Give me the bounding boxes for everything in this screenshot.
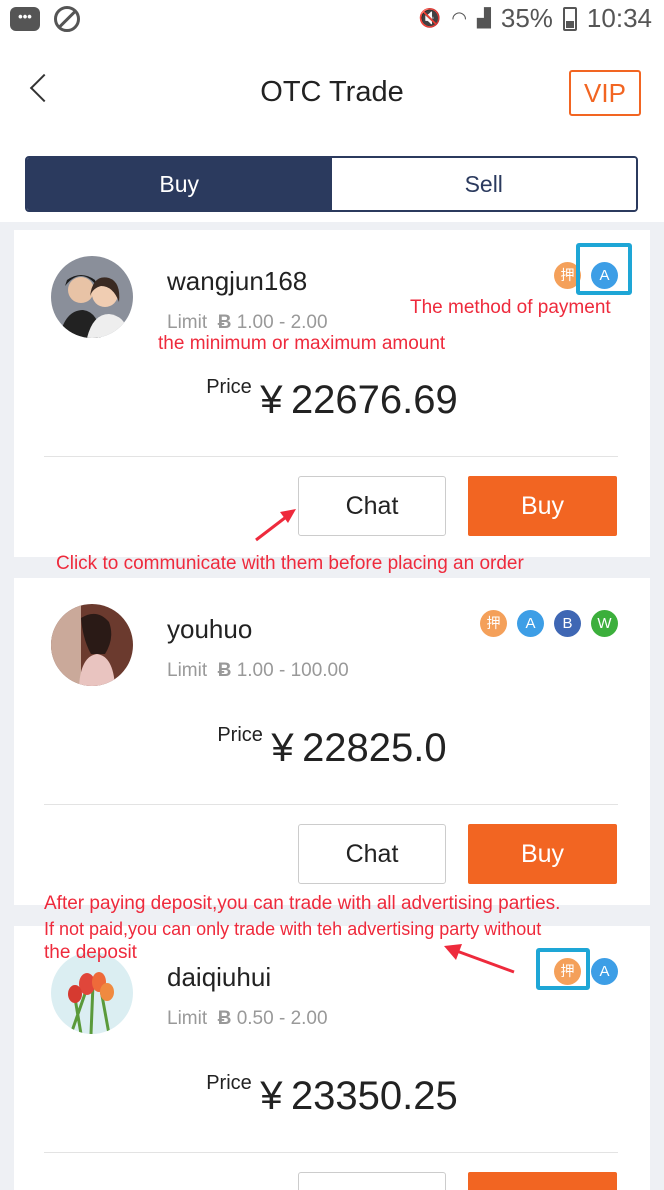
deposit-arrow-icon bbox=[444, 944, 515, 974]
payment-methods: 押 A B W bbox=[480, 610, 618, 637]
mute-icon: 🔇 bbox=[418, 8, 442, 28]
divider bbox=[44, 804, 618, 805]
price-row: Price ¥ 22825.0 bbox=[14, 724, 650, 771]
price-row: Price ¥ 23350.25 bbox=[14, 1072, 650, 1119]
tab-bar: Buy Sell bbox=[0, 150, 664, 222]
buy-button[interactable]: Buy bbox=[468, 1172, 617, 1190]
annotation-deposit-line3: the deposit bbox=[44, 942, 137, 963]
wifi-icon: ◠ bbox=[451, 8, 468, 28]
limit-range: Limit Ƀ 1.00 - 100.00 bbox=[167, 660, 349, 682]
username: wangjun168 bbox=[167, 266, 308, 296]
deposit-highlight bbox=[536, 948, 590, 990]
price-value: 22825.0 bbox=[302, 726, 447, 770]
buy-button[interactable]: Buy bbox=[468, 824, 617, 884]
chat-button[interactable]: Chat bbox=[298, 1172, 446, 1190]
price-label: Price bbox=[217, 724, 263, 746]
divider bbox=[44, 1152, 618, 1153]
price-label: Price bbox=[206, 1072, 252, 1094]
avatar[interactable] bbox=[51, 604, 133, 686]
price-value: 23350.25 bbox=[290, 1074, 458, 1118]
battery-percent: 35% bbox=[500, 3, 553, 33]
vip-button[interactable]: VIP bbox=[569, 70, 641, 116]
annotation-chat-hint: Click to communicate with them before pl… bbox=[56, 553, 524, 574]
tab-buy[interactable]: Buy bbox=[27, 158, 332, 210]
blocked-icon bbox=[54, 6, 80, 32]
divider bbox=[44, 456, 618, 457]
username: daiqiuhui bbox=[167, 962, 272, 992]
limit-range: Limit Ƀ 1.00 - 2.00 bbox=[167, 312, 328, 334]
limit-value: 1.00 - 100.00 bbox=[236, 660, 349, 681]
price-label: Price bbox=[206, 376, 252, 398]
currency-symbol: ¥ bbox=[271, 726, 294, 770]
alipay-icon: A bbox=[517, 610, 544, 637]
limit-range: Limit Ƀ 0.50 - 2.00 bbox=[167, 1008, 328, 1030]
deposit-icon: 押 bbox=[480, 610, 507, 637]
limit-label: Limit bbox=[167, 1008, 208, 1029]
chat-arrow-icon bbox=[255, 509, 296, 542]
payment-method-highlight bbox=[576, 243, 632, 295]
tab-sell[interactable]: Sell bbox=[331, 158, 636, 210]
bitcoin-icon: Ƀ bbox=[217, 660, 232, 681]
limit-label: Limit bbox=[167, 312, 208, 333]
alipay-icon: A bbox=[591, 958, 618, 985]
offer-card: youhuo Limit Ƀ 1.00 - 100.00 押 A B W Pri… bbox=[14, 578, 650, 905]
annotation-deposit-line2: If not paid,you can only trade with teh … bbox=[44, 919, 542, 939]
username: youhuo bbox=[167, 614, 253, 644]
nav-bar: OTC Trade VIP bbox=[0, 40, 664, 150]
limit-value: 0.50 - 2.00 bbox=[236, 1008, 328, 1029]
clock: 10:34 bbox=[586, 3, 652, 33]
chat-button[interactable]: Chat bbox=[298, 476, 446, 536]
annotation-limit-amount: the minimum or maximum amount bbox=[158, 333, 446, 354]
annotation-deposit-line1: After paying deposit,you can trade with … bbox=[44, 893, 561, 914]
currency-symbol: ¥ bbox=[260, 1074, 283, 1118]
limit-value: 1.00 - 2.00 bbox=[236, 312, 328, 333]
wechat-pay-icon: W bbox=[591, 610, 618, 637]
currency-symbol: ¥ bbox=[260, 378, 283, 422]
buy-sell-tabs: Buy Sell bbox=[25, 156, 638, 212]
limit-label: Limit bbox=[167, 660, 208, 681]
price-value: 22676.69 bbox=[290, 378, 458, 422]
message-icon: ••• bbox=[10, 7, 40, 31]
signal-icon: ▟ bbox=[477, 8, 491, 28]
price-row: Price ¥ 22676.69 bbox=[14, 376, 650, 423]
offer-card: wangjun168 Limit Ƀ 1.00 - 2.00 押 A Price… bbox=[14, 230, 650, 557]
chat-button[interactable]: Chat bbox=[298, 824, 446, 884]
annotation-payment-method: The method of payment bbox=[410, 297, 611, 318]
buy-button[interactable]: Buy bbox=[468, 476, 617, 536]
bitcoin-icon: Ƀ bbox=[217, 312, 232, 333]
avatar[interactable] bbox=[51, 256, 133, 338]
status-bar: ••• 🔇 ◠ ▟ 35% 10:34 bbox=[0, 0, 664, 40]
bank-card-icon: B bbox=[554, 610, 581, 637]
page-title: OTC Trade bbox=[260, 76, 404, 108]
battery-icon bbox=[562, 6, 577, 31]
bitcoin-icon: Ƀ bbox=[217, 1008, 232, 1029]
